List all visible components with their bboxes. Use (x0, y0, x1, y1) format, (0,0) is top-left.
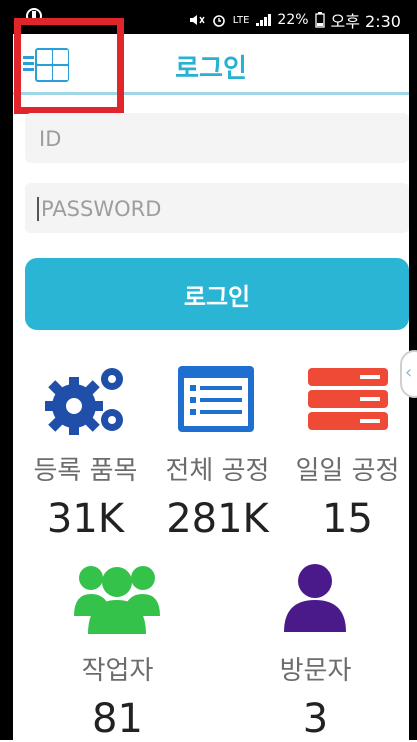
password-input-container (25, 183, 409, 235)
gears-icon (45, 368, 123, 435)
stat-label-workers: 작업자 (81, 656, 154, 686)
battery-icon (314, 12, 325, 28)
alarm-icon (212, 15, 225, 27)
chevron-left-icon: ‹ (405, 362, 413, 383)
side-drawer-handle[interactable]: ‹ (400, 350, 417, 398)
list-icon (178, 366, 254, 432)
user-icon (284, 564, 346, 632)
mute-icon (189, 15, 205, 25)
highlight-box (14, 18, 124, 114)
id-input[interactable] (37, 113, 401, 165)
network-type: LTE (232, 14, 250, 26)
stat-value-total-process: 281K (166, 496, 269, 542)
stat-value-workers: 81 (92, 696, 143, 742)
stat-value-registered-items: 31K (46, 496, 125, 542)
stat-value-visitors: 3 (302, 696, 329, 742)
server-icon (308, 368, 388, 430)
device-frame-left (0, 0, 13, 740)
id-input-container (25, 113, 409, 165)
signal-icon (256, 14, 272, 26)
stat-label-daily-process: 일일 공정 (295, 456, 400, 486)
login-button[interactable]: 로그인 (25, 258, 409, 330)
password-input[interactable] (39, 183, 403, 235)
stat-label-registered-items: 등록 품목 (33, 456, 138, 486)
stat-label-visitors: 방문자 (279, 656, 352, 686)
stat-label-total-process: 전체 공정 (165, 456, 270, 486)
battery-percent: 22% (277, 12, 309, 28)
clock: 오후 2:30 (330, 12, 401, 31)
users-group-icon (74, 566, 160, 634)
stat-value-daily-process: 15 (322, 496, 373, 542)
